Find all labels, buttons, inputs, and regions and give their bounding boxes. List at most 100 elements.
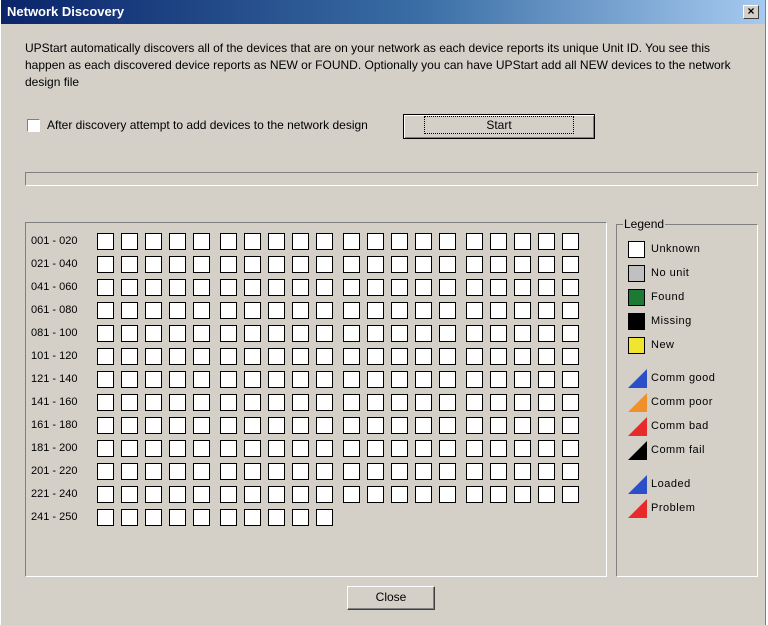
unit-cell[interactable] [466,417,483,434]
unit-cell[interactable] [268,463,285,480]
unit-cell[interactable] [466,302,483,319]
unit-cell[interactable] [244,256,261,273]
unit-cell[interactable] [220,233,237,250]
unit-cell[interactable] [193,394,210,411]
unit-cell[interactable] [316,325,333,342]
unit-cell[interactable] [490,348,507,365]
unit-cell[interactable] [268,348,285,365]
unit-cell[interactable] [367,463,384,480]
unit-cell[interactable] [562,371,579,388]
unit-cell[interactable] [415,440,432,457]
unit-cell[interactable] [97,348,114,365]
unit-cell[interactable] [514,256,531,273]
unit-cell[interactable] [490,233,507,250]
unit-cell[interactable] [316,509,333,526]
unit-cell[interactable] [97,440,114,457]
unit-cell[interactable] [193,256,210,273]
unit-cell[interactable] [121,509,138,526]
unit-cell[interactable] [292,440,309,457]
unit-cell[interactable] [268,509,285,526]
unit-cell[interactable] [490,325,507,342]
unit-cell[interactable] [367,233,384,250]
unit-cell[interactable] [415,348,432,365]
unit-cell[interactable] [244,325,261,342]
unit-cell[interactable] [169,256,186,273]
unit-cell[interactable] [343,417,360,434]
unit-cell[interactable] [145,279,162,296]
unit-cell[interactable] [220,509,237,526]
unit-cell[interactable] [415,302,432,319]
unit-cell[interactable] [343,371,360,388]
unit-cell[interactable] [538,417,555,434]
unit-cell[interactable] [415,463,432,480]
unit-cell[interactable] [343,233,360,250]
unit-cell[interactable] [97,233,114,250]
unit-cell[interactable] [343,325,360,342]
unit-cell[interactable] [343,463,360,480]
unit-cell[interactable] [316,233,333,250]
unit-cell[interactable] [514,417,531,434]
close-icon[interactable]: × [743,5,759,19]
unit-cell[interactable] [292,486,309,503]
unit-cell[interactable] [268,256,285,273]
unit-cell[interactable] [268,325,285,342]
unit-cell[interactable] [538,486,555,503]
unit-cell[interactable] [97,325,114,342]
unit-cell[interactable] [316,440,333,457]
unit-cell[interactable] [391,394,408,411]
unit-cell[interactable] [244,486,261,503]
unit-cell[interactable] [415,417,432,434]
unit-cell[interactable] [514,463,531,480]
unit-cell[interactable] [562,348,579,365]
unit-cell[interactable] [538,463,555,480]
unit-cell[interactable] [193,486,210,503]
unit-cell[interactable] [343,348,360,365]
unit-cell[interactable] [193,371,210,388]
unit-cell[interactable] [244,279,261,296]
unit-cell[interactable] [220,325,237,342]
unit-cell[interactable] [292,279,309,296]
unit-cell[interactable] [292,417,309,434]
unit-cell[interactable] [193,348,210,365]
unit-cell[interactable] [415,256,432,273]
unit-cell[interactable] [538,279,555,296]
unit-cell[interactable] [193,302,210,319]
unit-cell[interactable] [268,302,285,319]
unit-cell[interactable] [244,233,261,250]
unit-cell[interactable] [97,394,114,411]
unit-cell[interactable] [316,463,333,480]
unit-cell[interactable] [121,371,138,388]
unit-cell[interactable] [367,348,384,365]
unit-cell[interactable] [343,440,360,457]
unit-cell[interactable] [391,417,408,434]
unit-cell[interactable] [514,371,531,388]
unit-cell[interactable] [391,302,408,319]
unit-cell[interactable] [316,371,333,388]
unit-cell[interactable] [367,256,384,273]
unit-cell[interactable] [220,348,237,365]
unit-cell[interactable] [391,233,408,250]
unit-cell[interactable] [391,440,408,457]
unit-cell[interactable] [343,486,360,503]
unit-cell[interactable] [121,348,138,365]
unit-cell[interactable] [220,463,237,480]
unit-cell[interactable] [490,486,507,503]
unit-cell[interactable] [538,394,555,411]
unit-cell[interactable] [538,371,555,388]
unit-cell[interactable] [439,348,456,365]
unit-cell[interactable] [121,394,138,411]
unit-cell[interactable] [439,417,456,434]
unit-cell[interactable] [466,463,483,480]
unit-cell[interactable] [391,463,408,480]
unit-cell[interactable] [367,440,384,457]
unit-cell[interactable] [145,440,162,457]
unit-cell[interactable] [220,371,237,388]
unit-cell[interactable] [439,394,456,411]
unit-cell[interactable] [97,371,114,388]
unit-cell[interactable] [466,256,483,273]
unit-cell[interactable] [514,394,531,411]
unit-cell[interactable] [220,302,237,319]
unit-cell[interactable] [193,463,210,480]
unit-cell[interactable] [244,440,261,457]
unit-cell[interactable] [343,256,360,273]
